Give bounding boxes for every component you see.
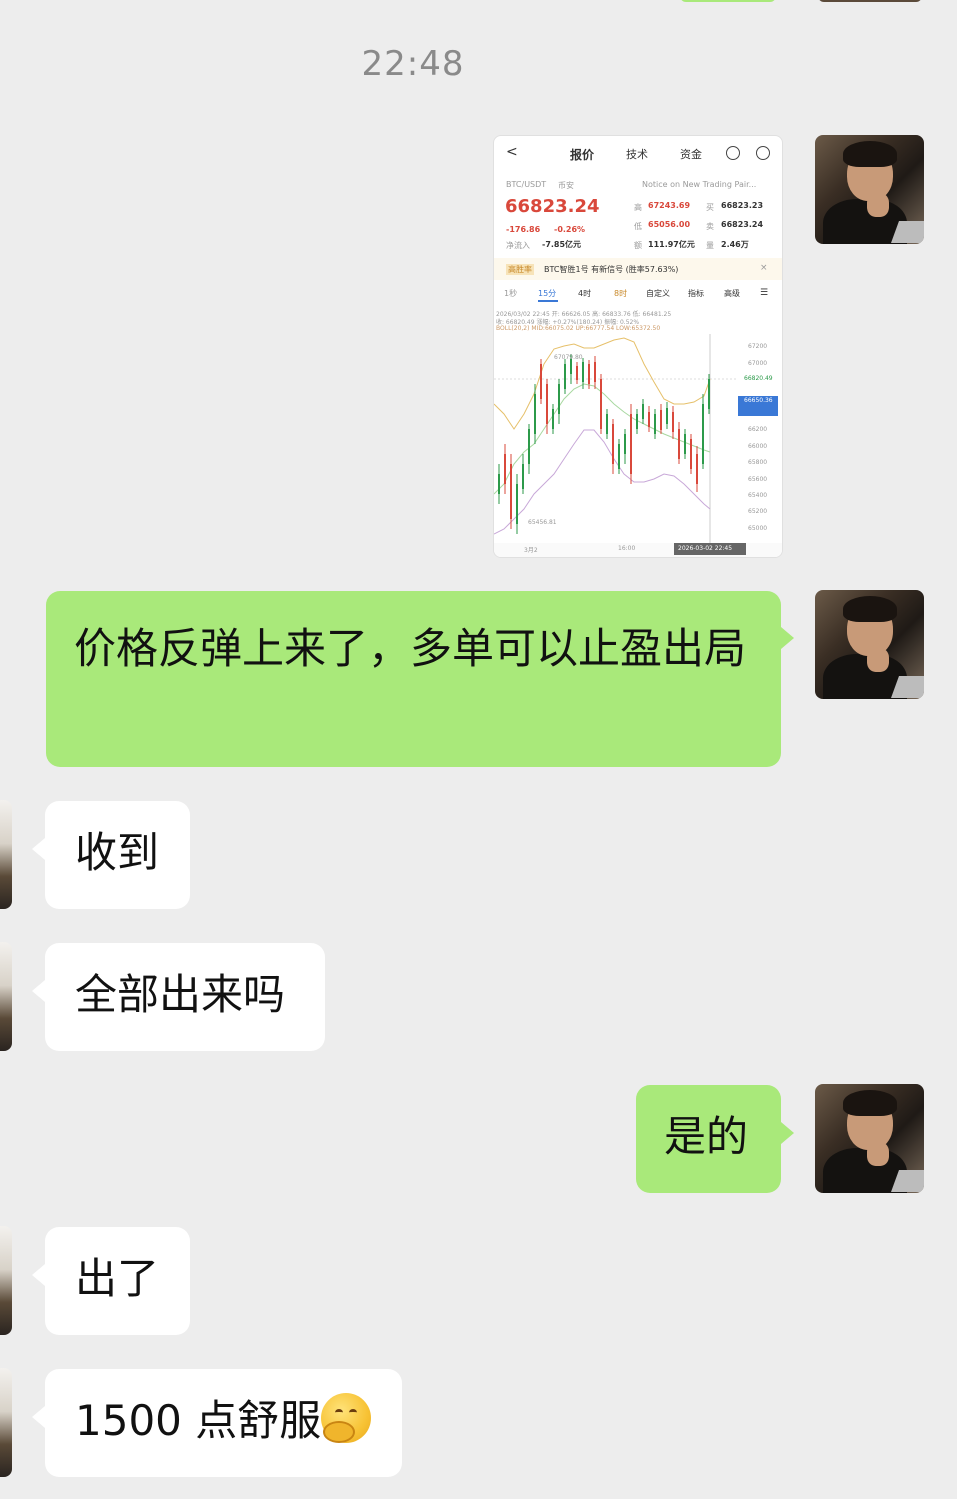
- contact-avatar[interactable]: [0, 942, 12, 1051]
- tab-quote: 报价: [570, 148, 595, 162]
- message-text: 收到: [75, 828, 160, 877]
- tab-funds: 资金: [680, 148, 702, 161]
- interval-tab: 自定义: [646, 289, 670, 298]
- interval-tab: 指标: [688, 289, 704, 298]
- y-axis-label: 65200: [748, 508, 768, 515]
- interval-tab: 1秒: [504, 289, 518, 298]
- y-axis-label: 65000: [748, 525, 768, 532]
- volume-label: 量: [706, 241, 714, 250]
- volume-value: 2.46万: [721, 240, 749, 249]
- buy-value: 66823.23: [721, 201, 764, 210]
- amount-label: 额: [634, 241, 642, 250]
- high-value: 67243.69: [648, 201, 691, 210]
- back-icon: <: [506, 144, 518, 160]
- previous-bubble-edge: [680, 0, 776, 2]
- low-value: 65056.00: [648, 220, 691, 229]
- exchange-name: 币安: [558, 181, 574, 190]
- message-text: 全部出来吗: [75, 970, 286, 1019]
- high-label: 高: [634, 203, 642, 212]
- search-icon: [726, 146, 740, 160]
- interval-tab: 8时: [614, 289, 628, 298]
- bubble-tail: [781, 627, 794, 649]
- buy-label: 买: [706, 203, 714, 212]
- message-text: 价格反弹上来了，多单可以止盈出局: [74, 624, 747, 673]
- message-bubble-received[interactable]: 收到: [45, 801, 190, 909]
- y-axis-label: 67000: [748, 360, 768, 367]
- low-label: 低: [634, 222, 642, 231]
- y-axis-label: 66200: [748, 426, 768, 433]
- sell-value: 66823.24: [721, 220, 764, 229]
- signal-tag: 高胜率: [506, 264, 534, 275]
- boll-info: BOLL(20,2) MID:66075.02 UP:66777.54 LOW:…: [496, 325, 661, 332]
- active-tab-underline: [538, 300, 558, 302]
- contact-avatar[interactable]: [0, 1226, 12, 1335]
- x-axis-label: 3月2: [524, 547, 538, 554]
- message-bubble-received[interactable]: 出了: [45, 1227, 190, 1335]
- my-avatar[interactable]: [815, 590, 924, 699]
- notice-link: Notice on New Trading Pair...: [642, 180, 757, 189]
- bubble-tail: [32, 1406, 45, 1428]
- crosshair-price-tag: 66650.36: [744, 397, 773, 404]
- y-axis-label: 67200: [748, 343, 768, 350]
- close-icon: ×: [760, 263, 768, 273]
- my-avatar[interactable]: [815, 1084, 924, 1193]
- message-text: 1500 点舒服: [75, 1396, 322, 1445]
- last-price: 66823.24: [505, 196, 600, 217]
- signal-text: BTC智胜1号 有新信号 (胜率57.63%): [544, 265, 679, 274]
- settings-icon: ☰: [760, 288, 769, 298]
- chart-screenshot-image[interactable]: < 报价 技术 资金 BTC/USDT 币安 Notice on New Tra…: [493, 135, 783, 558]
- message-text: 是的: [664, 1112, 749, 1161]
- contact-avatar[interactable]: [0, 800, 12, 909]
- pair-name: BTC/USDT: [506, 180, 547, 189]
- interval-tab: 高级: [724, 289, 740, 298]
- hugging-face-emoji: [321, 1393, 372, 1443]
- bubble-tail: [32, 1264, 45, 1286]
- interval-tab: 4时: [578, 289, 592, 298]
- net-inflow-label: 净流入: [506, 241, 530, 250]
- price-change-pct: -0.26%: [554, 225, 586, 234]
- more-icon: [756, 146, 770, 160]
- bubble-tail: [781, 1122, 794, 1144]
- price-change: -176.86: [506, 225, 541, 234]
- x-axis-label: 16:00: [618, 545, 636, 552]
- tab-tech: 技术: [626, 148, 648, 161]
- message-bubble-received[interactable]: 全部出来吗: [45, 943, 325, 1051]
- message-timestamp: 22:48: [361, 44, 465, 84]
- message-text: 出了: [75, 1254, 160, 1303]
- contact-avatar[interactable]: [0, 1368, 12, 1477]
- y-axis-label: 65400: [748, 492, 768, 499]
- amount-value: 111.97亿元: [648, 240, 695, 249]
- bubble-tail: [32, 980, 45, 1002]
- x-axis-crosshair-label: 2026-03-02 22:45: [678, 545, 733, 552]
- message-bubble-received[interactable]: 1500 点舒服: [45, 1369, 402, 1477]
- trough-label: 65456.81: [528, 519, 557, 526]
- peak-label: 67079.80: [554, 354, 583, 361]
- previous-avatar-edge: [818, 0, 922, 2]
- message-bubble-sent[interactable]: 是的: [636, 1085, 781, 1193]
- bubble-tail: [32, 838, 45, 860]
- y-axis-label: 65600: [748, 476, 768, 483]
- message-bubble-sent[interactable]: 价格反弹上来了，多单可以止盈出局: [46, 591, 781, 767]
- current-price-tag: 66820.49: [744, 375, 773, 382]
- net-inflow-value: -7.85亿元: [542, 240, 582, 249]
- my-avatar[interactable]: [815, 135, 924, 244]
- sell-label: 卖: [706, 222, 714, 231]
- y-axis-label: 66000: [748, 443, 768, 450]
- y-axis-label: 65800: [748, 459, 768, 466]
- interval-tab-active: 15分: [538, 289, 557, 298]
